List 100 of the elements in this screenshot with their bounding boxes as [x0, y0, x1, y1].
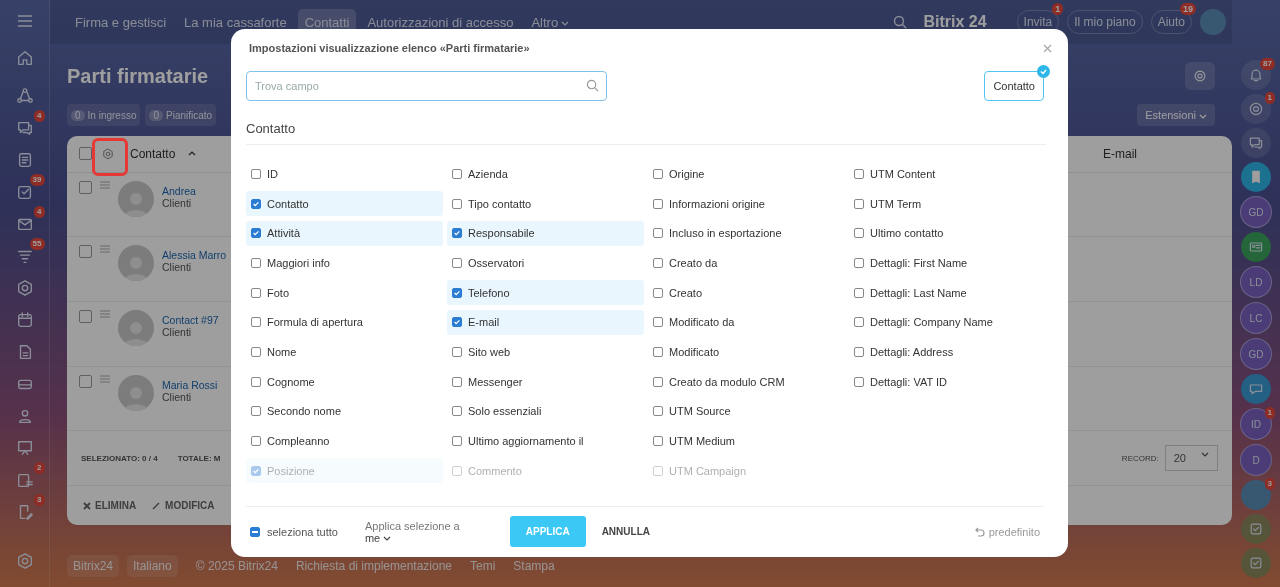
- checkbox[interactable]: [452, 317, 462, 328]
- footer-link[interactable]: Richiesta di implementazione: [295, 559, 452, 573]
- column-header[interactable]: E-mail: [1103, 146, 1137, 161]
- contact-link[interactable]: Andrea: [162, 184, 196, 197]
- checkbox[interactable]: [854, 346, 864, 357]
- checkbox[interactable]: [251, 346, 261, 357]
- field-label: Dettagli: First Name: [870, 256, 968, 269]
- gear-icon: [102, 147, 114, 160]
- field-label: UTM Source: [669, 405, 731, 418]
- contact-link[interactable]: Alessia Marro: [162, 249, 227, 262]
- checkbox[interactable]: [79, 245, 92, 259]
- section-chip[interactable]: Contatto: [984, 71, 1044, 101]
- footer-link[interactable]: Temi: [470, 559, 496, 573]
- checkbox[interactable]: [854, 198, 864, 209]
- user-avatar[interactable]: ID 1: [1240, 408, 1272, 440]
- apply-button[interactable]: APPLICA: [509, 516, 586, 548]
- drag-handle-icon[interactable]: [100, 245, 110, 254]
- pencil-icon: [152, 501, 162, 511]
- field-label: Modificato da: [669, 316, 735, 329]
- drag-handle-icon[interactable]: [100, 309, 110, 318]
- checkbox[interactable]: [79, 147, 92, 161]
- field-label: Informazioni origine: [669, 197, 765, 210]
- action-button[interactable]: MODIFICA: [152, 500, 215, 512]
- checkbox[interactable]: [79, 180, 92, 194]
- drag-handle-icon[interactable]: [100, 180, 110, 189]
- checkbox[interactable]: [653, 287, 663, 298]
- sidebar-button[interactable]: [1241, 374, 1271, 404]
- checkbox[interactable]: [653, 257, 663, 268]
- checkbox[interactable]: [452, 436, 462, 447]
- column-header[interactable]: Contatto: [130, 146, 176, 161]
- checkbox[interactable]: [452, 346, 462, 357]
- more-tab[interactable]: Altro: [524, 8, 577, 36]
- records-select[interactable]: 20: [1164, 445, 1218, 472]
- user-avatar[interactable]: GD: [1240, 196, 1272, 228]
- card-icon: [1248, 239, 1264, 255]
- chat-icon: [15, 119, 34, 137]
- undo-icon: [974, 526, 985, 537]
- checkbox[interactable]: [251, 228, 261, 239]
- checkbox[interactable]: [79, 374, 92, 388]
- drag-handle-icon[interactable]: [100, 374, 110, 383]
- checkbox[interactable]: [251, 317, 261, 328]
- checkbox[interactable]: [251, 376, 261, 387]
- user-avatar[interactable]: LD: [1240, 266, 1272, 298]
- cancel-button[interactable]: ANNULLA: [595, 525, 656, 539]
- contact-link[interactable]: Maria Rossi: [162, 378, 218, 391]
- footer-link[interactable]: © 2025 Bitrix24: [195, 559, 278, 573]
- field-label: Osservatori: [468, 256, 525, 269]
- action-button[interactable]: ELIMINA: [83, 500, 137, 512]
- contact-link[interactable]: Contact #97: [162, 313, 219, 326]
- field-label: Telefono: [468, 286, 510, 299]
- checkbox[interactable]: [653, 198, 663, 209]
- tasks-icon: [15, 183, 34, 201]
- search-icon[interactable]: [893, 15, 908, 29]
- user-avatar[interactable]: GD: [1240, 338, 1272, 370]
- checklist-icon: [15, 471, 34, 489]
- checkbox[interactable]: [452, 228, 462, 239]
- checkbox[interactable]: [251, 287, 261, 298]
- nav-tab[interactable]: Firma e gestisci: [68, 8, 174, 36]
- sidebar-button[interactable]: [1241, 548, 1271, 578]
- checkbox[interactable]: [653, 406, 663, 417]
- checkbox[interactable]: [854, 287, 864, 298]
- checkbox[interactable]: [251, 168, 261, 179]
- checkbox[interactable]: [653, 317, 663, 328]
- count-badge: 19: [1180, 3, 1196, 15]
- apply-to-dropdown[interactable]: me: [364, 531, 460, 544]
- search-field[interactable]: Trova campo: [246, 71, 607, 101]
- user-avatar[interactable]: D: [1240, 444, 1272, 476]
- checkbox[interactable]: [452, 406, 462, 417]
- user-avatar[interactable]: LC: [1240, 302, 1272, 334]
- checkbox[interactable]: [653, 228, 663, 239]
- checkbox[interactable]: [452, 287, 462, 298]
- count-badge: 4: [34, 110, 45, 122]
- sidebar-button[interactable]: [1241, 232, 1271, 262]
- checkbox[interactable]: [653, 376, 663, 387]
- checkbox[interactable]: [854, 168, 864, 179]
- checkbox[interactable]: [653, 168, 663, 179]
- checkbox[interactable]: [854, 317, 864, 328]
- check-icon: [1248, 521, 1264, 537]
- footer-link[interactable]: Stampa: [513, 559, 555, 573]
- checkbox[interactable]: [251, 406, 261, 417]
- checkbox[interactable]: [854, 257, 864, 268]
- checkbox[interactable]: [250, 526, 260, 537]
- checkbox[interactable]: [452, 257, 462, 268]
- checkbox[interactable]: [452, 168, 462, 179]
- checkbox[interactable]: [653, 436, 663, 447]
- menu-icon[interactable]: [17, 15, 32, 27]
- checkbox[interactable]: [251, 257, 261, 268]
- page-title: Parti firmatarie: [67, 64, 209, 88]
- checkbox[interactable]: [653, 346, 663, 357]
- checkbox[interactable]: [854, 376, 864, 387]
- logo[interactable]: Bitrix 24: [923, 13, 987, 31]
- checkbox[interactable]: [79, 309, 92, 323]
- checkbox[interactable]: [251, 436, 261, 447]
- checkbox[interactable]: [251, 198, 261, 209]
- reset-button[interactable]: predefinito: [968, 524, 1046, 539]
- checkbox[interactable]: [452, 198, 462, 209]
- checkbox[interactable]: [452, 376, 462, 387]
- sidebar-button[interactable]: [1241, 162, 1271, 192]
- checkbox[interactable]: [854, 228, 864, 239]
- sidebar-button[interactable]: [1241, 514, 1271, 544]
